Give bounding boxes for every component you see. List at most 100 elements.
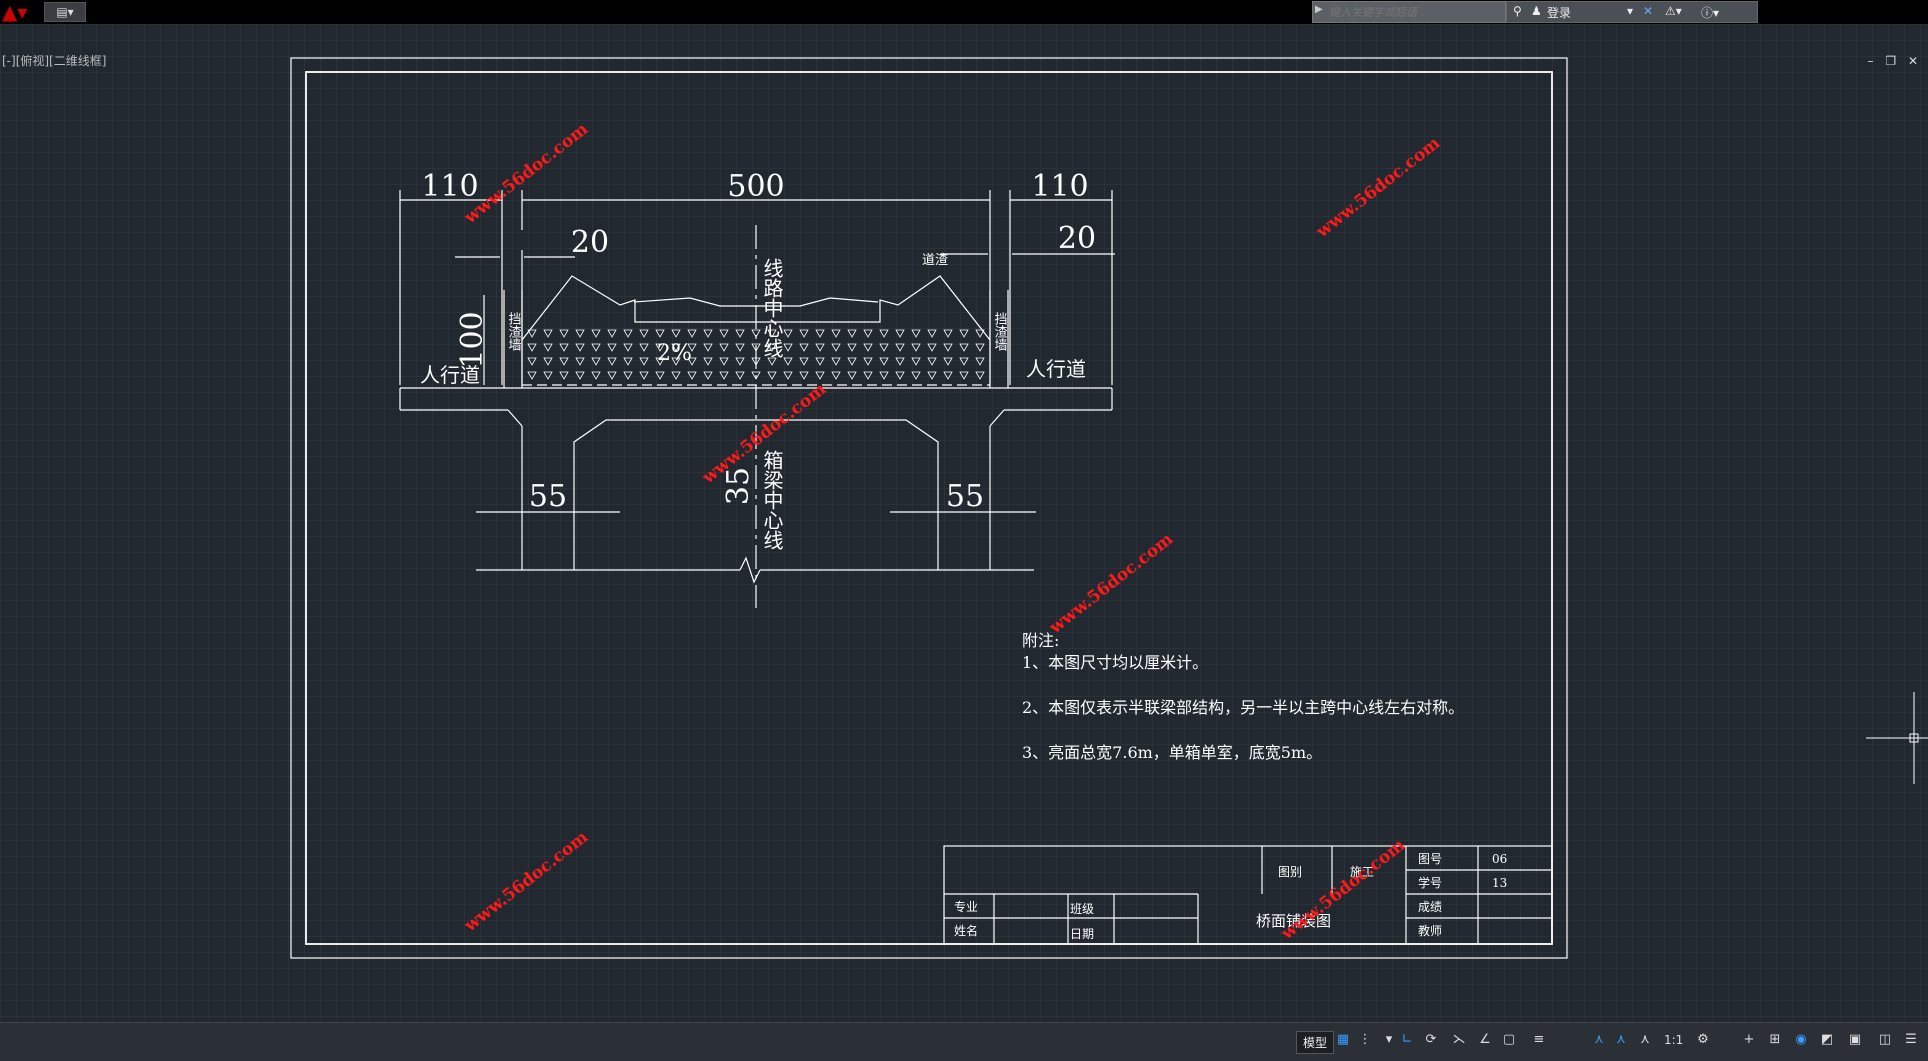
snap-icon[interactable]: ⋮ — [1356, 1031, 1374, 1049]
annotation-scale[interactable]: 1:1 — [1664, 1033, 1683, 1047]
hatch-mark — [591, 371, 601, 380]
app-menu-icon[interactable]: ▲▾ — [2, 2, 36, 22]
walkway-left-label: 人行道 — [420, 363, 480, 387]
hatch-mark — [959, 343, 969, 352]
hatch-mark — [767, 357, 777, 366]
status-bar: 模型 ▦ ⋮ ▾ ∟ ⟳ ⋋ ∠ ▢ ≡ ⋏ ⋏ ⋏ 1:1 ⚙ + ⊞ ◉ ◩… — [0, 1022, 1928, 1061]
hatch-mark — [895, 343, 905, 352]
polar-icon[interactable]: ⟳ — [1422, 1031, 1440, 1049]
search-input[interactable] — [1327, 3, 1501, 21]
hatch-mark — [543, 329, 553, 338]
isodraft-icon[interactable]: ⋋ — [1450, 1031, 1468, 1049]
hatch-mark — [879, 343, 889, 352]
hatch-mark — [559, 357, 569, 366]
hatch-mark — [863, 329, 873, 338]
hatch-mark — [815, 371, 825, 380]
customization-menu-icon[interactable]: ☰ — [1902, 1031, 1920, 1049]
hatch-mark — [975, 371, 985, 380]
hatch-mark — [639, 329, 649, 338]
grid-icon[interactable]: ▦ — [1334, 1031, 1352, 1049]
hatch-mark — [543, 371, 553, 380]
hatch-mark — [655, 329, 665, 338]
hatch-mark — [559, 343, 569, 352]
lineweight-icon[interactable]: ≡ — [1530, 1031, 1548, 1049]
annomonitor-icon[interactable]: + — [1740, 1031, 1758, 1049]
hatch-mark — [703, 329, 713, 338]
osnap-icon[interactable]: ∠ — [1476, 1031, 1494, 1049]
hatch-mark — [879, 357, 889, 366]
drawing-canvas[interactable]: [-][俯视][二维线框] – ❐ ✕ 110 500 110 20 20 10… — [0, 24, 1928, 1022]
exchange-icon[interactable]: ✕ — [1643, 4, 1653, 18]
hatch-mark — [959, 371, 969, 380]
hatch-mark — [927, 329, 937, 338]
hatch-mark — [527, 343, 537, 352]
tb-drawing-no-label: 图号 — [1418, 852, 1442, 866]
hatch-mark — [607, 357, 617, 366]
hatch-mark — [847, 343, 857, 352]
ortho-icon[interactable]: ∟ — [1398, 1031, 1416, 1049]
a360-icon[interactable]: ⚠▾ — [1665, 4, 1682, 18]
quick-access-toolbar[interactable]: ▤▾ — [44, 2, 86, 22]
hatch-mark — [559, 329, 569, 338]
watermark-6: www.56doc.com — [1277, 835, 1409, 944]
hatch-mark — [623, 357, 633, 366]
hatch-mark — [623, 343, 633, 352]
box-center-label: 箱梁中心线 — [760, 450, 784, 550]
login-button[interactable]: 登录 — [1547, 4, 1571, 21]
hatch-mark — [879, 329, 889, 338]
user-icon[interactable]: ♟ — [1531, 4, 1542, 18]
hatch-mark — [815, 329, 825, 338]
tb-score-label: 成绩 — [1418, 900, 1442, 914]
hatch-mark — [879, 371, 889, 380]
model-tab[interactable]: 模型 — [1296, 1031, 1335, 1054]
hatch-mark — [671, 329, 681, 338]
hatch-mark — [575, 343, 585, 352]
auto-scale-icon[interactable]: ⋏ — [1612, 1031, 1630, 1049]
hatch-mark — [783, 329, 793, 338]
units-icon[interactable]: ⊞ — [1766, 1031, 1784, 1049]
object-snap-icon[interactable]: ▢ — [1500, 1031, 1518, 1049]
hatch-mark — [687, 371, 697, 380]
hatch-mark — [927, 357, 937, 366]
watermark-1: www.56doc.com — [460, 119, 592, 228]
snap-dropdown-icon[interactable]: ▾ — [1380, 1031, 1398, 1049]
hatch-mark — [959, 357, 969, 366]
search-expand-icon[interactable]: ▶ — [1315, 4, 1323, 15]
hatch-mark — [719, 343, 729, 352]
workspace-gear-icon[interactable]: ⚙ — [1694, 1031, 1712, 1049]
tb-student-no-value: 13 — [1492, 876, 1507, 890]
dim-110-right: 110 — [1031, 169, 1088, 204]
tb-student-no-label: 学号 — [1418, 875, 1442, 890]
hatch-mark — [831, 357, 841, 366]
hardware-accel-icon[interactable]: ◩ — [1818, 1031, 1836, 1049]
binoculars-icon[interactable]: ⚲ — [1513, 4, 1522, 18]
hatch-mark — [863, 357, 873, 366]
hatch-mark — [607, 329, 617, 338]
hatch-mark — [911, 329, 921, 338]
help-icon[interactable]: ⓘ▾ — [1701, 4, 1719, 21]
clean-screen-icon[interactable]: ▣ — [1846, 1031, 1864, 1049]
hatch-mark — [735, 329, 745, 338]
hatch-mark — [975, 343, 985, 352]
tb-date-label: 日期 — [1070, 927, 1094, 941]
hatch-mark — [639, 357, 649, 366]
hatch-mark — [831, 371, 841, 380]
ballast-label: 道渣 — [922, 253, 948, 268]
hatch-mark — [591, 343, 601, 352]
hatch-mark — [623, 371, 633, 380]
hatch-mark — [639, 371, 649, 380]
hatch-mark — [735, 343, 745, 352]
isolate-icon[interactable]: ◉ — [1792, 1031, 1810, 1049]
hatch-mark — [815, 357, 825, 366]
login-dropdown-icon[interactable]: ▾ — [1627, 4, 1633, 18]
cad-drawing: 110 500 110 20 20 100 55 55 35 线路中心线 箱梁中… — [290, 57, 1928, 959]
retaining-wall-left-label: 挡渣墙 — [506, 312, 522, 351]
hatch-mark — [591, 329, 601, 338]
annotation-visibility-icon[interactable]: ⋏ — [1590, 1031, 1608, 1049]
hatch-mark — [847, 371, 857, 380]
hatch-mark — [799, 357, 809, 366]
hatch-mark — [607, 371, 617, 380]
annotation-scale-icon[interactable]: ⋏ — [1636, 1031, 1654, 1049]
hatch-mark — [943, 329, 953, 338]
layout-icon[interactable]: ◫ — [1876, 1031, 1894, 1049]
